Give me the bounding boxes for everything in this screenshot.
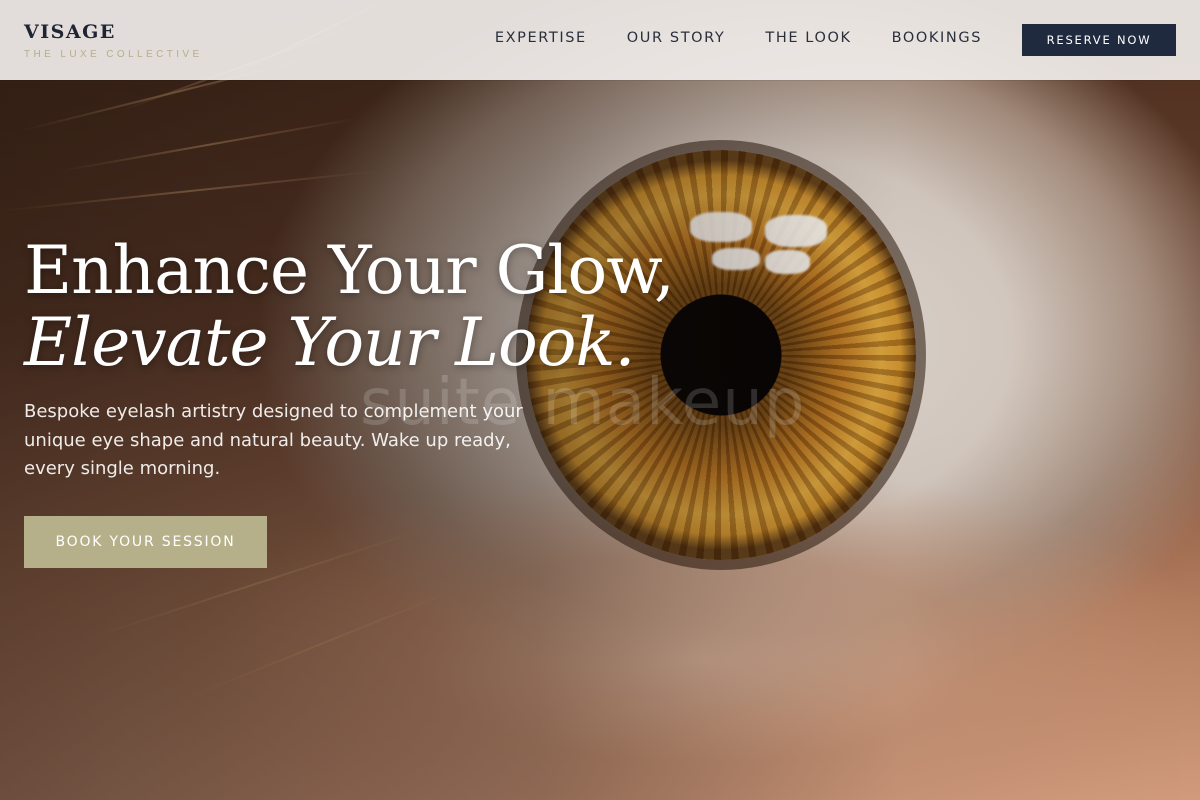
nav-link-our-story[interactable]: OUR STORY — [627, 30, 726, 46]
nav-link-bookings[interactable]: BOOKINGS — [892, 30, 982, 46]
book-session-button[interactable]: BOOK YOUR SESSION — [24, 516, 267, 568]
nav-link-the-look[interactable]: THE LOOK — [765, 30, 851, 46]
brand-name: VISAGE — [24, 21, 116, 43]
headline-line-1: Enhance Your Glow, — [24, 232, 675, 309]
brand-logo[interactable]: VISAGE THE LUXE COLLECTIVE — [24, 20, 203, 60]
nav-link-expertise[interactable]: EXPERTISE — [495, 30, 587, 46]
brand-tagline: THE LUXE COLLECTIVE — [24, 49, 203, 60]
reserve-now-button[interactable]: RESERVE NOW — [1022, 24, 1176, 56]
top-navigation-bar: VISAGE THE LUXE COLLECTIVE EXPERTISE OUR… — [0, 0, 1200, 80]
hero-subcopy: Bespoke eyelash artistry designed to com… — [24, 401, 523, 479]
hero-headline: Enhance Your Glow, Elevate Your Look. — [24, 232, 675, 378]
nav-links: EXPERTISE OUR STORY THE LOOK BOOKINGS — [495, 30, 982, 46]
